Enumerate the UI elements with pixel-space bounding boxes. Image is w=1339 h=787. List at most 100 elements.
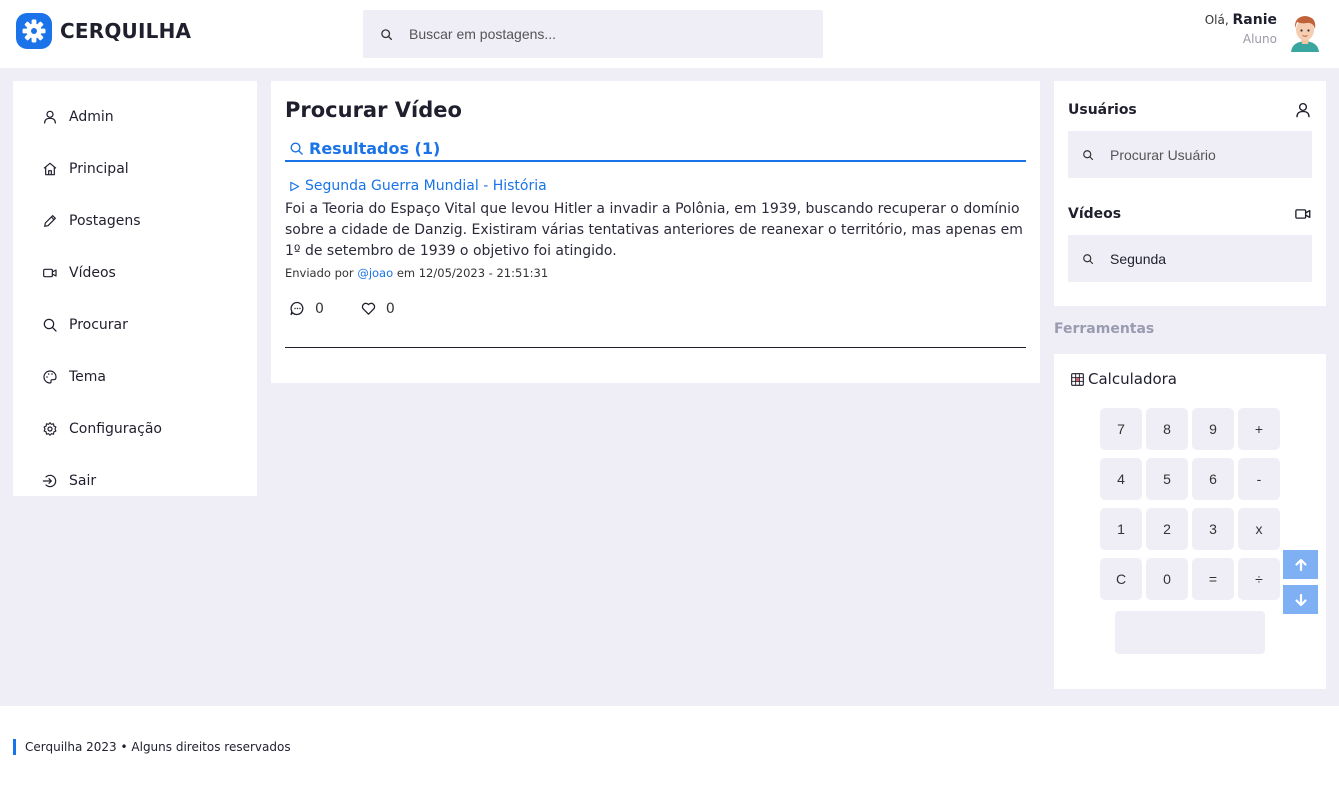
scroll-up-button[interactable] [1283,550,1318,579]
video-search-input[interactable] [1110,250,1300,267]
videos-heading: Vídeos [1068,206,1122,222]
post-meta-label: Enviado por [285,266,354,280]
calculator-display [1115,611,1265,654]
heart-icon [361,302,376,315]
post-title-link[interactable]: Segunda Guerra Mundial - História [285,178,1026,194]
right-panel: Usuários Vídeos [1054,81,1326,306]
calc-key-2[interactable]: 2 [1146,508,1188,550]
sidebar-item-postagens[interactable]: Postagens [13,195,257,247]
search-icon [381,28,393,40]
sidebar-item-label: Sair [69,473,97,489]
likes-count: 0 [385,300,395,317]
video-icon [43,268,57,278]
app-name: CERQUILHA [60,19,192,43]
search-icon [1083,253,1094,264]
search-icon [1083,149,1094,160]
calc-key-8[interactable]: 8 [1146,408,1188,450]
calc-key-4[interactable]: 4 [1100,458,1142,500]
post-search-input[interactable] [409,26,789,42]
calc-key-7[interactable]: 7 [1100,408,1142,450]
videos-header: Vídeos [1068,199,1312,229]
post-body: Foi a Teoria do Espaço Vital que levou H… [285,201,1023,259]
sidebar-item-label: Postagens [69,213,141,229]
user-profile[interactable]: Olá, Ranie Aluno [1205,12,1323,52]
avatar[interactable] [1287,12,1323,52]
play-icon [290,181,300,191]
page-title: Procurar Vídeo [285,98,462,122]
sidebar-item-label: Configuração [69,421,162,437]
calc-key-minus[interactable]: - [1238,458,1280,500]
sidebar-item-procurar[interactable]: Procurar [13,299,257,351]
users-header: Usuários [1068,95,1312,125]
tools-heading: Ferramentas [1054,321,1155,337]
calc-key-multiply[interactable]: x [1238,508,1280,550]
calc-key-3[interactable]: 3 [1192,508,1234,550]
calculator-title: Calculadora [1071,370,1177,388]
greeting-line: Olá, Ranie [1205,12,1277,28]
sidebar-item-label: Procurar [69,317,128,333]
sidebar-item-label: Admin [69,109,114,125]
users-heading: Usuários [1068,102,1137,118]
post-meta: Enviado por @joao em 12/05/2023 - 21:51:… [285,266,1026,280]
user-search-input[interactable] [1110,146,1300,163]
post-actions: 0 0 [285,300,1026,317]
sidebar-item-label: Tema [69,369,107,385]
footer-copyright: Cerquilha 2023 • Alguns direitos reserva… [13,739,291,755]
post-date: em 12/05/2023 - 21:51:31 [396,266,549,280]
calc-key-6[interactable]: 6 [1192,458,1234,500]
calc-key-equals[interactable]: = [1192,558,1234,600]
like-button[interactable]: 0 [356,300,395,317]
main-content: Procurar Vídeo Resultados (1) Segunda Gu… [271,81,1040,383]
search-icon [43,318,57,332]
user-info: Olá, Ranie Aluno [1205,12,1277,46]
pencil-icon [44,215,56,227]
calculator-label: Calculadora [1088,370,1178,388]
video-post: Segunda Guerra Mundial - História Foi a … [285,178,1026,348]
app-logo[interactable]: CERQUILHA [16,13,191,49]
video-icon [1295,209,1311,219]
sidebar-item-tema[interactable]: Tema [13,351,257,403]
user-role: Aluno [1242,32,1277,46]
top-header: CERQUILHA Olá, Ranie Aluno [0,0,1339,68]
results-header: Resultados (1) [285,139,1026,162]
post-search-bar[interactable] [363,10,823,58]
results-count: Resultados (1) [309,139,441,158]
calc-key-clear[interactable]: C [1100,558,1142,600]
calc-key-plus[interactable]: + [1238,408,1280,450]
calc-key-divide[interactable]: ÷ [1238,558,1280,600]
sidebar-item-label: Vídeos [69,265,116,281]
user-icon [44,110,56,124]
comments-button[interactable]: 0 [285,300,324,317]
arrow-down-icon [1294,593,1307,606]
calc-key-9[interactable]: 9 [1192,408,1234,450]
calc-key-0[interactable]: 0 [1146,558,1188,600]
comments-count: 0 [315,300,324,317]
sidebar-item-videos[interactable]: Vídeos [13,247,257,299]
post-divider [285,347,1026,348]
post-author-link[interactable]: @joao [357,266,393,280]
arrow-up-icon [1294,558,1307,571]
comment-icon [290,301,304,316]
post-title: Segunda Guerra Mundial - História [305,178,547,194]
calculator-widget: Calculadora 7 8 9 + 4 5 6 - 1 2 3 x C 0 … [1054,354,1326,689]
calc-key-5[interactable]: 5 [1146,458,1188,500]
user-search-box[interactable] [1068,131,1312,178]
sidebar-item-label: Principal [69,161,129,177]
calc-key-1[interactable]: 1 [1100,508,1142,550]
user-name: Ranie [1232,12,1278,28]
footer: Cerquilha 2023 • Alguns direitos reserva… [0,706,1339,787]
sidebar-item-sair[interactable]: Sair [13,455,257,507]
palette-icon [43,370,57,384]
logout-icon [42,474,57,488]
sidebar: Admin Principal Postagens Vídeos Procura… [13,81,257,496]
greeting-text: Olá, [1204,13,1229,27]
sidebar-item-configuracao[interactable]: Configuração [13,403,257,455]
sidebar-item-principal[interactable]: Principal [13,143,257,195]
sidebar-item-admin[interactable]: Admin [13,91,257,143]
user-icon [1296,102,1310,118]
gear-logo-icon [16,13,52,49]
scroll-down-button[interactable] [1283,585,1318,614]
calculator-keypad: 7 8 9 + 4 5 6 - 1 2 3 x C 0 = ÷ [1100,408,1280,600]
calculator-icon [1071,372,1084,386]
video-search-box[interactable] [1068,235,1312,282]
